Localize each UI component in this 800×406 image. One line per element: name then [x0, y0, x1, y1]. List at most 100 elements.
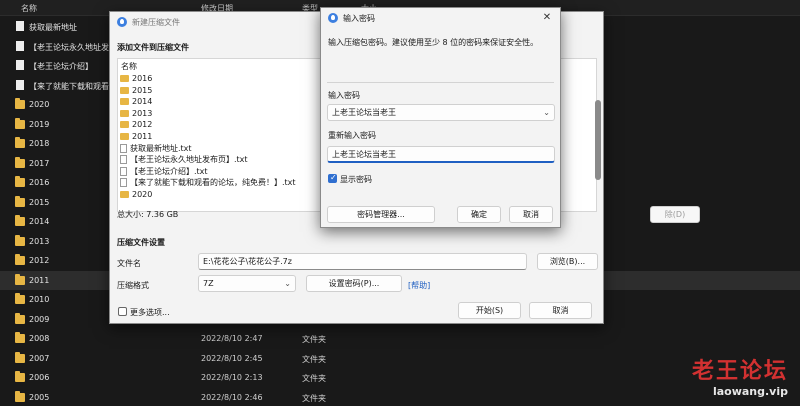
- folder-icon: [15, 351, 25, 363]
- explorer-row[interactable]: 2006 2022/8/10 2:13 文件夹: [0, 368, 800, 388]
- file-list-item-name: 2013: [132, 108, 153, 118]
- file-list-item-name: 2011: [132, 132, 153, 141]
- divider: [327, 82, 554, 83]
- password-dialog: 输入密码 ✕ 输入压缩包密码。建议使用至少 8 位的密码来保证安全性。 输入密码…: [320, 7, 561, 228]
- start-button[interactable]: 开始(S): [458, 302, 521, 319]
- more-options-label: 更多选项...: [130, 308, 170, 317]
- folder-icon: [15, 390, 25, 402]
- row-name: 2014: [29, 217, 50, 226]
- app-icon: [117, 17, 127, 27]
- row-name: 2008: [29, 334, 50, 343]
- folder-icon: [15, 273, 25, 285]
- password-dialog-title: 输入密码: [343, 14, 375, 23]
- folder-icon: [120, 109, 129, 117]
- format-label: 压缩格式: [117, 281, 149, 290]
- file-list-item-name: 2015: [132, 85, 153, 95]
- row-name: 【老王论坛介绍】: [29, 62, 93, 71]
- password-input[interactable]: 上老王论坛当老王 ⌄: [327, 104, 555, 121]
- file-list-item-name: 2012: [132, 120, 153, 130]
- total-size: 总大小: 7.36 GB: [117, 210, 179, 219]
- folder-icon: [15, 215, 25, 226]
- format-select[interactable]: 7Z ⌄: [198, 275, 296, 292]
- column-name[interactable]: 名称: [21, 3, 37, 14]
- folder-icon: [120, 133, 129, 140]
- folder-icon: [15, 234, 25, 246]
- file-icon: [120, 155, 127, 165]
- close-icon[interactable]: ✕: [540, 11, 554, 25]
- folder-icon: [15, 156, 25, 168]
- file-list-item-name: 【来了就能下载和观看的论坛，纯免费！】.txt: [130, 178, 296, 188]
- watermark-title: 老王论坛: [691, 358, 788, 384]
- row-type: 文件夹: [302, 393, 326, 403]
- password-manager-button[interactable]: 密码管理器...: [327, 206, 435, 223]
- explorer-row[interactable]: 2007 2022/8/10 2:45 文件夹: [0, 349, 800, 369]
- folder-icon: [15, 332, 25, 343]
- file-icon: [16, 21, 24, 31]
- scrollbar-thumb[interactable]: [595, 100, 601, 180]
- row-name: 2007: [29, 353, 50, 363]
- password-cancel-button[interactable]: 取消: [509, 206, 553, 223]
- folder-icon: [15, 371, 25, 382]
- folder-icon: [15, 312, 25, 324]
- file-list-item[interactable]: 2011: [120, 132, 152, 142]
- row-name: 2009: [29, 314, 50, 324]
- password-hint: 输入压缩包密码。建议使用至少 8 位的密码来保证安全性。: [328, 38, 539, 47]
- file-list-scrollbar[interactable]: [595, 60, 601, 210]
- row-name: 2019: [29, 119, 50, 129]
- file-list-item-name: 2020: [132, 190, 153, 199]
- row-name: 2011: [29, 275, 50, 285]
- row-name: 获取最新地址: [29, 23, 77, 32]
- row-name: 2018: [29, 139, 50, 148]
- file-list-item[interactable]: 获取最新地址.txt: [120, 143, 192, 154]
- watermark-logo: 老王论坛 laowang.vip: [692, 353, 788, 398]
- delete-button[interactable]: 除(D): [650, 206, 700, 223]
- file-list-item[interactable]: 2012: [120, 120, 152, 130]
- file-list-item[interactable]: 2014: [120, 97, 152, 107]
- show-password-checkbox[interactable]: [328, 173, 337, 183]
- row-name: 【老王论坛永久地址发: [29, 42, 109, 52]
- row-date: 2022/8/10 2:45: [201, 353, 263, 363]
- file-list-item[interactable]: 【来了就能下载和观看的论坛，纯免费！】.txt: [120, 178, 296, 188]
- file-icon: [120, 143, 127, 153]
- browse-button[interactable]: 浏览(B)...: [537, 253, 598, 270]
- show-password-label: 显示密码: [340, 175, 372, 184]
- app-icon: [328, 13, 338, 23]
- file-list-item[interactable]: 2015: [120, 86, 152, 96]
- confirm-password-label: 重新输入密码: [328, 131, 376, 140]
- more-options-checkbox[interactable]: [118, 307, 127, 316]
- file-list-header: 名称: [121, 62, 137, 71]
- row-date: 2022/8/10 2:13: [201, 373, 263, 382]
- row-date: 2022/8/10 2:46: [201, 392, 263, 402]
- file-icon: [16, 40, 24, 51]
- filename-input[interactable]: E:\花花公子\花花公子.7z: [198, 253, 527, 270]
- row-type: 文件夹: [302, 354, 326, 364]
- row-name: 2015: [29, 197, 50, 207]
- chevron-down-icon: ⌄: [284, 279, 291, 288]
- row-name: 2020: [29, 100, 50, 109]
- file-list-item-name: 【老王论坛永久地址发布页】.txt: [130, 155, 248, 165]
- folder-icon: [15, 137, 25, 148]
- file-icon: [16, 79, 24, 90]
- row-type: 文件夹: [302, 374, 326, 383]
- add-files-section-title: 添加文件到压缩文件: [117, 43, 189, 52]
- folder-icon: [15, 293, 25, 304]
- archive-settings-title: 压缩文件设置: [117, 238, 165, 247]
- explorer-row[interactable]: 2005 2022/8/10 2:46 文件夹: [0, 388, 800, 406]
- file-list-item-name: 获取最新地址.txt: [130, 143, 192, 153]
- file-list-item[interactable]: 2020: [120, 190, 152, 200]
- folder-icon: [120, 98, 129, 106]
- file-list-item[interactable]: 【老王论坛永久地址发布页】.txt: [120, 155, 248, 165]
- confirm-password-input[interactable]: 上老王论坛当老王: [327, 146, 555, 163]
- file-list-item-name: 2016: [132, 74, 153, 83]
- help-link[interactable]: [帮助]: [408, 280, 430, 291]
- ok-button[interactable]: 确定: [457, 206, 501, 223]
- file-list-item[interactable]: 2016: [120, 74, 152, 84]
- password-titlebar: 输入密码 ✕: [321, 8, 560, 28]
- chevron-down-icon[interactable]: ⌄: [543, 105, 550, 120]
- file-list-item[interactable]: 【老王论坛介绍】.txt: [120, 166, 208, 177]
- file-list-item[interactable]: 2013: [120, 109, 152, 119]
- row-name: 2017: [29, 158, 50, 168]
- cancel-button[interactable]: 取消: [529, 302, 592, 319]
- set-password-button[interactable]: 设置密码(P)...: [306, 275, 402, 292]
- explorer-row[interactable]: 2008 2022/8/10 2:47 文件夹: [0, 329, 800, 349]
